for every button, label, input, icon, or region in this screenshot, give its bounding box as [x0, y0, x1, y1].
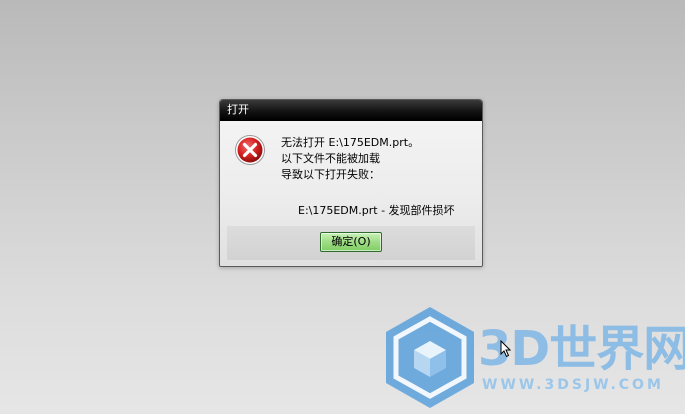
error-icon — [235, 135, 265, 165]
cube-logo-icon — [386, 307, 474, 408]
dialog-body: 无法打开 E:\175EDM.prt。 以下文件不能被加载 导致以下打开失败： … — [220, 121, 482, 266]
open-error-dialog: 打开 无法打开 E:\175EDM.prt。 以下文件不能被加载 导致以下打开失… — [219, 99, 483, 267]
error-message: 无法打开 E:\175EDM.prt。 以下文件不能被加载 导致以下打开失败： — [281, 135, 419, 183]
error-detail: E:\175EDM.prt - 发现部件损坏 — [298, 204, 455, 217]
dialog-title: 打开 — [227, 103, 249, 116]
ok-button[interactable]: 确定(O) — [320, 232, 382, 252]
mouse-cursor-icon — [500, 340, 512, 358]
message-line-3: 导致以下打开失败： — [281, 168, 380, 181]
message-line-2: 以下文件不能被加载 — [281, 152, 380, 165]
watermark-logo: 3D世界网 WWW.3DSJW.COM — [380, 305, 685, 410]
dialog-titlebar[interactable]: 打开 — [220, 100, 482, 121]
watermark-url: WWW.3DSJW.COM — [482, 377, 664, 393]
button-bar: 确定(O) — [227, 226, 475, 260]
message-line-1: 无法打开 E:\175EDM.prt。 — [281, 136, 420, 149]
